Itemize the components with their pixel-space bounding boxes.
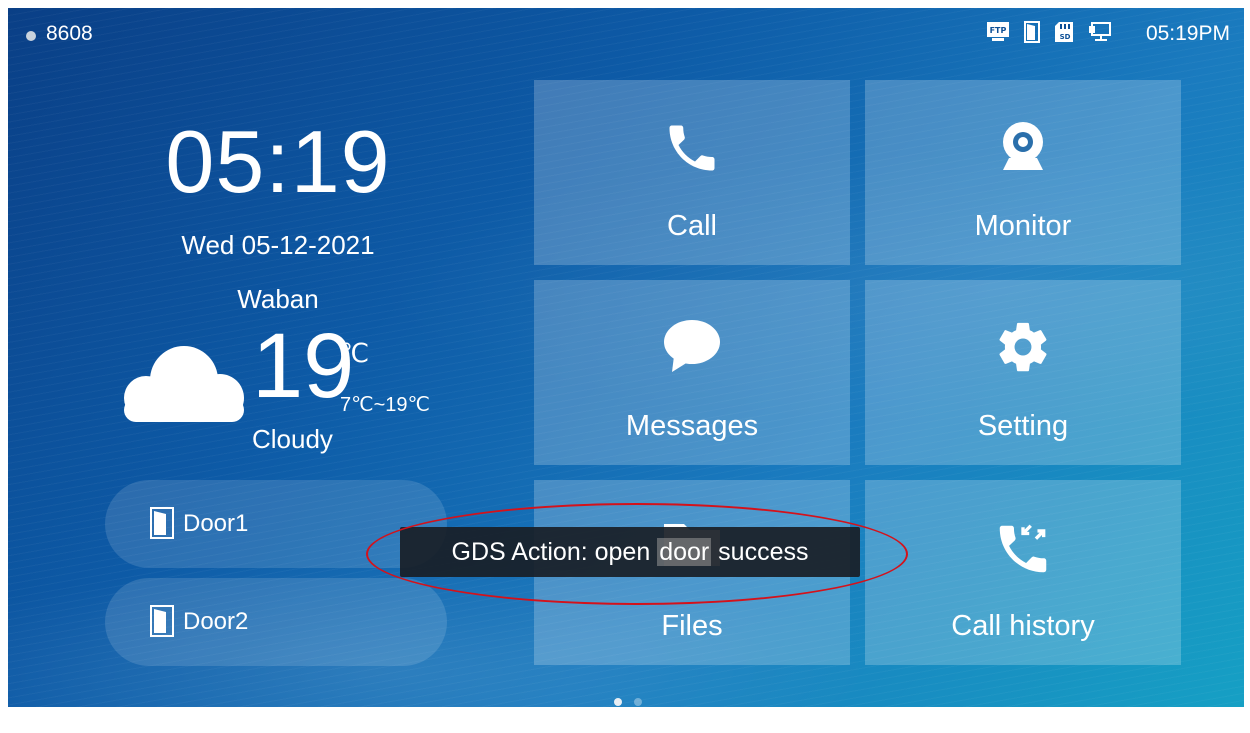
weather-temperature: 19 [252,315,355,417]
phone-icon [534,118,850,178]
chat-bubble-icon [534,318,850,374]
setting-tile[interactable]: Setting [865,280,1181,465]
cloud-icon [116,332,248,437]
files-label: Files [661,610,723,642]
door2-button[interactable]: Door2 [105,578,447,666]
weather-condition: Cloudy [252,424,333,454]
network-icon [1088,21,1112,43]
door1-label: Door1 [183,510,249,537]
gear-icon [865,318,1181,376]
sd-card-icon: SD [1054,21,1074,43]
status-bar: 8608 FTP SD 05:19PM [8,8,1244,60]
monitor-tile[interactable]: Monitor [865,80,1181,265]
monitor-label: Monitor [974,210,1072,242]
page-dot[interactable] [634,698,642,706]
door-status-icon [1024,21,1040,43]
status-time: 05:19PM [1145,22,1230,45]
toast-message: GDS Action: open door success [400,527,860,577]
door2-label: Door2 [183,608,249,635]
door-icon [150,605,174,642]
setting-label: Setting [977,410,1069,442]
status-indicator-icon [26,31,36,41]
door-icon [150,507,174,544]
ftp-icon-text: FTP [990,26,1007,35]
toast-text-after: success [711,538,809,566]
status-icons: FTP SD [986,21,1112,43]
toast-text-highlight: door [657,538,712,566]
weather-city: Waban [237,284,319,314]
sd-icon-text: SD [1060,33,1071,41]
messages-label: Messages [625,410,759,442]
weather-unit: ℃ [340,338,370,368]
ftp-icon: FTP [986,21,1010,43]
call-history-label: Call history [951,610,1095,642]
messages-tile[interactable]: Messages [534,280,850,465]
page-dot-active[interactable] [614,698,622,706]
page-indicator [614,698,642,706]
call-tile[interactable]: Call [534,80,850,265]
weather-range: 7℃~19℃ [340,394,430,416]
call-label: Call [667,210,717,242]
home-screen: 8608 FTP SD 05:19PM 05:19 Wed 05-12-2021… [8,8,1244,707]
door1-button[interactable]: Door1 [105,480,447,568]
toast-text-before: GDS Action: open [451,538,658,566]
webcam-icon [865,118,1181,174]
call-history-icon [865,518,1181,580]
clock-date: Wed 05-12-2021 [181,230,375,260]
extension-number: 8608 [46,22,93,45]
clock-time: 05:19 [165,112,391,211]
call-history-tile[interactable]: Call history [865,480,1181,665]
